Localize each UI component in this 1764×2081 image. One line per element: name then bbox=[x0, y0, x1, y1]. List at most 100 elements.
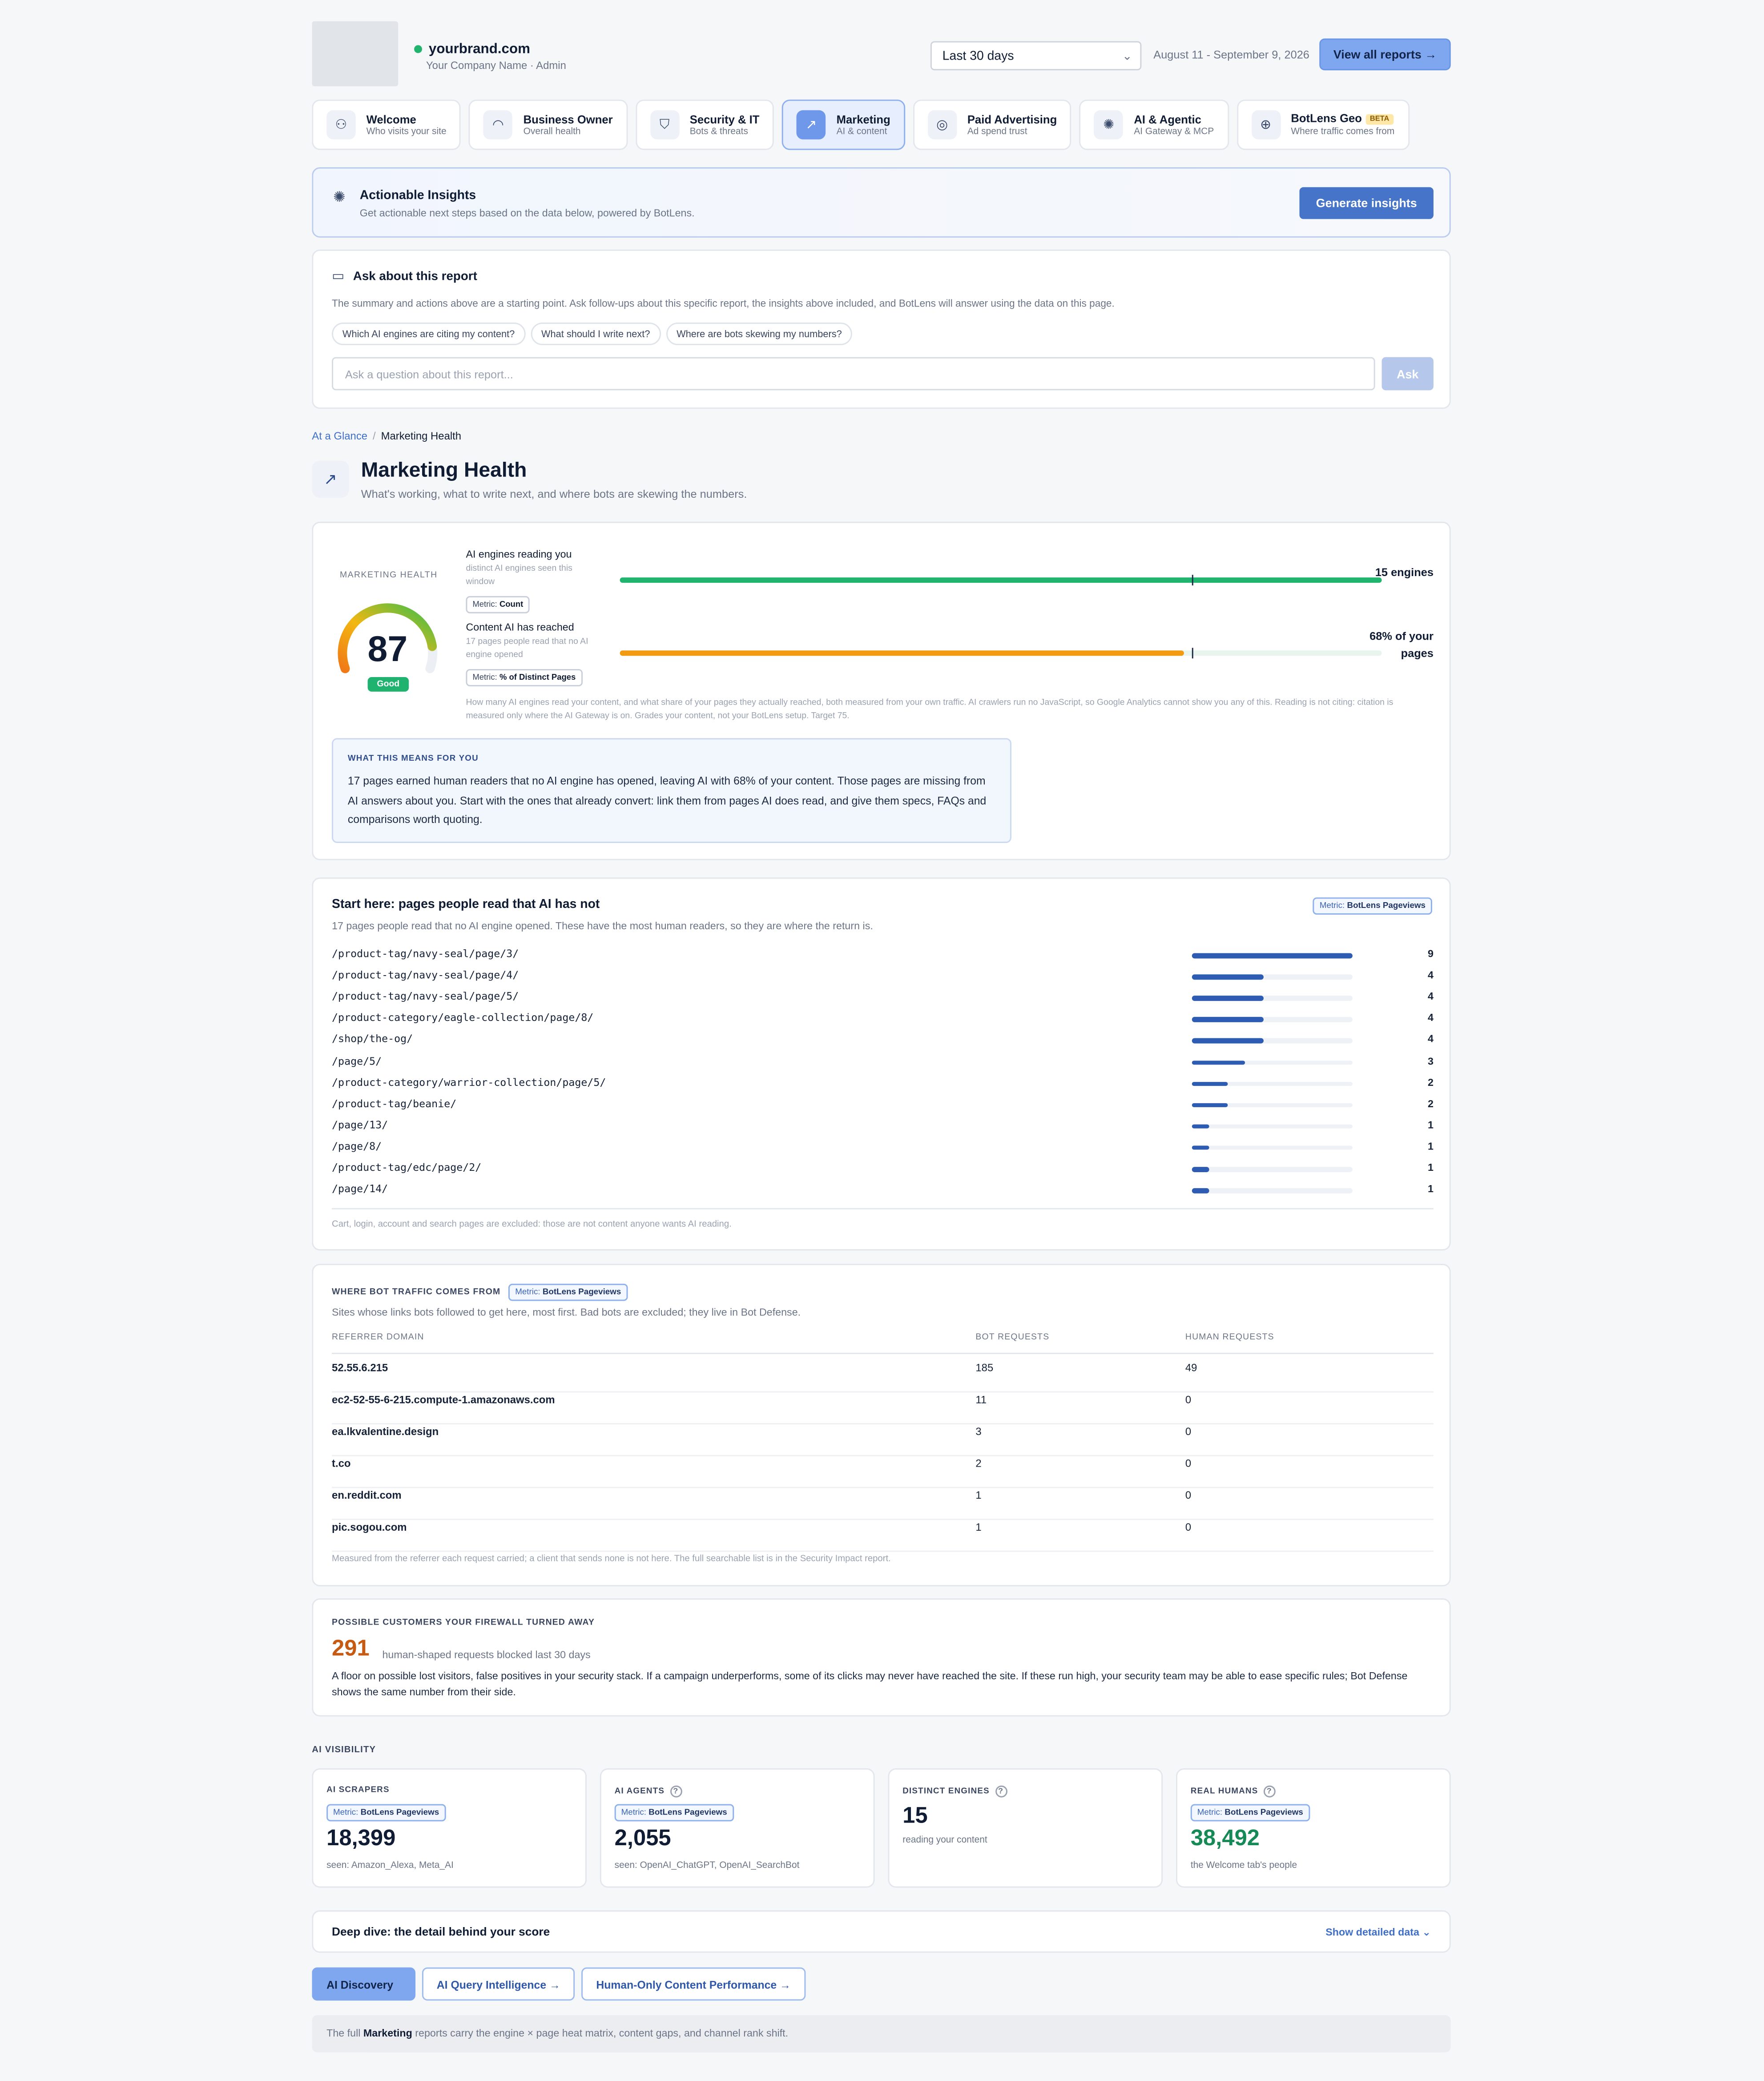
help-icon[interactable]: ? bbox=[1263, 1785, 1276, 1798]
page-path: /product-tag/navy-seal/page/5/ bbox=[332, 990, 519, 1003]
date-range-select[interactable]: Last 30 days ⌄ bbox=[930, 41, 1142, 71]
help-icon[interactable]: ? bbox=[995, 1785, 1007, 1798]
table-row[interactable]: en.reddit.com 1 0 bbox=[332, 1488, 1434, 1520]
tab-subtitle: AI & content bbox=[836, 126, 887, 136]
ask-button[interactable]: Ask bbox=[1381, 357, 1434, 391]
metric-tag: Metric: BotLens Pageviews bbox=[614, 1804, 734, 1822]
marketing-health-card: MARKETING HEALTH 87 Good AI engines read… bbox=[312, 521, 1451, 860]
table-row[interactable]: /page/13/ 1 bbox=[332, 1119, 1434, 1137]
stat-label: AI SCRAPERS bbox=[326, 1786, 390, 1795]
table-row[interactable]: /product-tag/navy-seal/page/4/ 4 bbox=[332, 969, 1434, 988]
tab-human-only-content[interactable]: Human-Only Content Performance → bbox=[581, 1967, 805, 2001]
suggestion-chip[interactable]: Which AI engines are citing my content? bbox=[332, 323, 526, 345]
table-row[interactable]: /product-category/eagle-collection/page/… bbox=[332, 1012, 1434, 1031]
table-row[interactable]: ec2-52-55-6-215.compute-1.amazonaws.com … bbox=[332, 1392, 1434, 1425]
metric-tag-key: Metric: bbox=[515, 1287, 540, 1297]
table-row[interactable]: /product-tag/navy-seal/page/5/ 4 bbox=[332, 991, 1434, 1009]
table-row[interactable]: /product-tag/beanie/ 2 bbox=[332, 1097, 1434, 1116]
tab-title: Paid Advertising bbox=[967, 112, 1057, 125]
deep-dive-title: Deep dive: the detail behind your score bbox=[332, 1925, 550, 1938]
generate-insights-button[interactable]: Generate insights bbox=[1299, 187, 1434, 219]
start-here-title: Start here: pages people read that AI ha… bbox=[332, 897, 600, 912]
suggestion-chip[interactable]: What should I write next? bbox=[531, 323, 661, 345]
metric-tag-value: Count bbox=[499, 600, 524, 609]
pageview-count: 4 bbox=[1427, 1012, 1434, 1024]
pageview-bar bbox=[1192, 974, 1353, 980]
footer-note: The full Marketing reports carry the eng… bbox=[312, 2015, 1451, 2053]
report-tabs: ⚇ Welcome Who visits your site ◠ Business… bbox=[312, 99, 1410, 150]
referrer-domain: pic.sogou.com bbox=[332, 1521, 407, 1533]
table-row[interactable]: /product-tag/navy-seal/page/3/ 9 bbox=[332, 948, 1434, 967]
help-icon[interactable]: ? bbox=[669, 1785, 682, 1798]
tab-paid-advertising[interactable]: ◎ Paid Advertising Ad spend trust bbox=[913, 99, 1072, 150]
ask-input[interactable]: Ask a question about this report... bbox=[332, 357, 1375, 391]
breadcrumb: At a Glance / Marketing Health bbox=[312, 430, 461, 442]
tab-business-owner[interactable]: ◠ Business Owner Overall health bbox=[469, 99, 628, 150]
tab-title-text: BotLens Geo bbox=[1291, 111, 1362, 125]
table-row[interactable]: /shop/the-og/ 4 bbox=[332, 1033, 1434, 1052]
metric-bar bbox=[620, 648, 1382, 659]
brand-label: yourbrand.com bbox=[428, 41, 531, 57]
metric-tag: Metric: BotLens Pageviews bbox=[1313, 897, 1432, 915]
table-row[interactable]: 52.55.6.215 185 49 bbox=[332, 1361, 1434, 1393]
pageview-bar-fill bbox=[1192, 1017, 1264, 1022]
brand-name[interactable]: yourbrand.com bbox=[414, 41, 530, 57]
table-row[interactable]: /page/5/ 3 bbox=[332, 1055, 1434, 1073]
suggestion-chip[interactable]: Where are bots skewing my numbers? bbox=[666, 323, 853, 345]
table-row[interactable]: t.co 2 0 bbox=[332, 1456, 1434, 1488]
metric-ai-engines: AI engines reading you distinct AI engin… bbox=[466, 548, 598, 613]
pageview-count: 1 bbox=[1427, 1183, 1434, 1195]
bot-traffic-card: WHERE BOT TRAFFIC COMES FROM Metric: BotL… bbox=[312, 1263, 1451, 1587]
table-row[interactable]: /product-category/warrior-collection/pag… bbox=[332, 1076, 1434, 1095]
tab-marketing[interactable]: ↗ Marketing AI & content bbox=[782, 99, 905, 150]
tab-ai-agentic[interactable]: ✺ AI & Agentic AI Gateway & MCP bbox=[1079, 99, 1229, 150]
column-header-bot-requests: BOT REQUESTS bbox=[975, 1333, 1050, 1343]
show-detailed-data-toggle[interactable]: Show detailed data ⌄ bbox=[1325, 1926, 1431, 1938]
sparkle-icon: ✺ bbox=[333, 190, 346, 206]
metric-tag-value: BotLens Pageviews bbox=[360, 1808, 439, 1818]
stat-value: 15 bbox=[902, 1803, 928, 1828]
firewall-text: A floor on possible lost visitors, false… bbox=[332, 1670, 1408, 1698]
page-path: /shop/the-og/ bbox=[332, 1033, 413, 1045]
metric-target-marker bbox=[1191, 575, 1193, 586]
metric-tag: Metric: % of Distinct Pages bbox=[466, 669, 583, 686]
footer-note-bold: Marketing bbox=[363, 2027, 412, 2039]
metric-tag-key: Metric: bbox=[472, 600, 497, 609]
table-row[interactable]: /product-tag/edc/page/2/ 1 bbox=[332, 1161, 1434, 1180]
metric-tag-key: Metric: bbox=[472, 673, 497, 682]
tab-subtitle: Where traffic comes from bbox=[1291, 127, 1395, 137]
metric-tag-value: BotLens Pageviews bbox=[648, 1808, 727, 1818]
human-requests: 0 bbox=[1185, 1521, 1192, 1533]
metric-tag: Metric: BotLens Pageviews bbox=[326, 1804, 446, 1822]
page-path: /product-category/warrior-collection/pag… bbox=[332, 1076, 606, 1088]
table-row[interactable]: /page/14/ 1 bbox=[332, 1183, 1434, 1202]
tab-botlens-geo[interactable]: ⊕ BotLens Geo BETA Where traffic comes fr… bbox=[1236, 99, 1410, 150]
metric-tag-key: Metric: bbox=[1197, 1808, 1223, 1818]
tab-text: Marketing AI & content bbox=[837, 112, 890, 137]
table-row[interactable]: ea.lkvalentine.design 3 0 bbox=[332, 1424, 1434, 1456]
tab-security-it[interactable]: ⛉ Security & IT Bots & threats bbox=[635, 99, 774, 150]
tab-ai-query-intelligence[interactable]: AI Query Intelligence → bbox=[422, 1967, 575, 2001]
means-text: 17 pages earned human readers that no AI… bbox=[347, 774, 987, 826]
page-path: /page/8/ bbox=[332, 1140, 382, 1152]
tab-ai-discovery[interactable]: AI Discovery bbox=[312, 1967, 416, 2001]
metric-bar bbox=[620, 575, 1382, 586]
page-path: /product-tag/beanie/ bbox=[332, 1097, 457, 1109]
metric-tag-value: BotLens Pageviews bbox=[1347, 901, 1426, 911]
bot-traffic-heading: WHERE BOT TRAFFIC COMES FROM Metric: BotL… bbox=[332, 1283, 628, 1301]
pageview-bar-fill bbox=[1192, 1188, 1210, 1193]
pageview-bar bbox=[1192, 1188, 1353, 1193]
insights-title: Actionable Insights bbox=[359, 188, 476, 203]
tab-welcome[interactable]: ⚇ Welcome Who visits your site bbox=[312, 99, 461, 150]
start-here-footnote: Cart, login, account and search pages ar… bbox=[332, 1220, 732, 1230]
table-row[interactable]: pic.sogou.com 1 0 bbox=[332, 1520, 1434, 1552]
table-row[interactable]: /page/8/ 1 bbox=[332, 1140, 1434, 1159]
blocked-unit: human-shaped requests blocked last 30 da… bbox=[382, 1649, 591, 1661]
view-all-reports-button[interactable]: View all reports → bbox=[1319, 38, 1451, 71]
start-here-subtitle: 17 pages people read that no AI engine o… bbox=[332, 920, 873, 932]
table-header: REFERRER DOMAIN BOT REQUESTS HUMAN REQUE… bbox=[332, 1333, 1434, 1354]
stat-value: 38,492 bbox=[1190, 1825, 1260, 1851]
stat-value: 18,399 bbox=[326, 1825, 396, 1851]
breadcrumb-root-link[interactable]: At a Glance bbox=[312, 430, 367, 442]
deep-dive-bar[interactable]: Deep dive: the detail behind your score … bbox=[312, 1910, 1451, 1953]
